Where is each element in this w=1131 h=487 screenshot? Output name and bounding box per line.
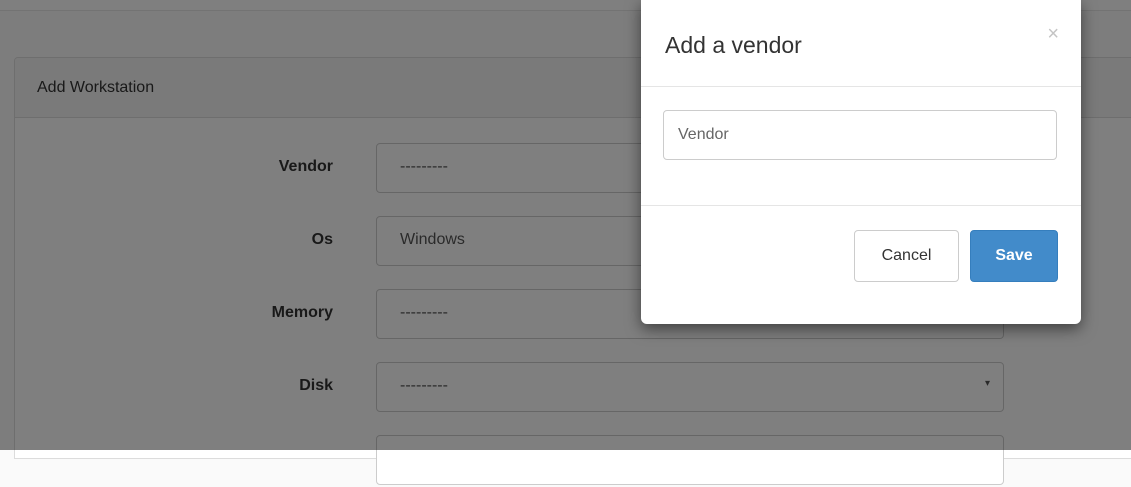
modal-body	[641, 87, 1081, 206]
close-icon[interactable]: ×	[1047, 24, 1059, 44]
modal-title: Add a vendor	[665, 32, 802, 58]
add-vendor-modal: Add a vendor × Cancel Save	[641, 0, 1081, 324]
modal-footer: Cancel Save	[641, 206, 1081, 324]
cancel-button[interactable]: Cancel	[854, 230, 959, 282]
save-button[interactable]: Save	[970, 230, 1058, 282]
vendor-input[interactable]	[663, 110, 1057, 160]
modal-header: Add a vendor ×	[641, 0, 1081, 87]
